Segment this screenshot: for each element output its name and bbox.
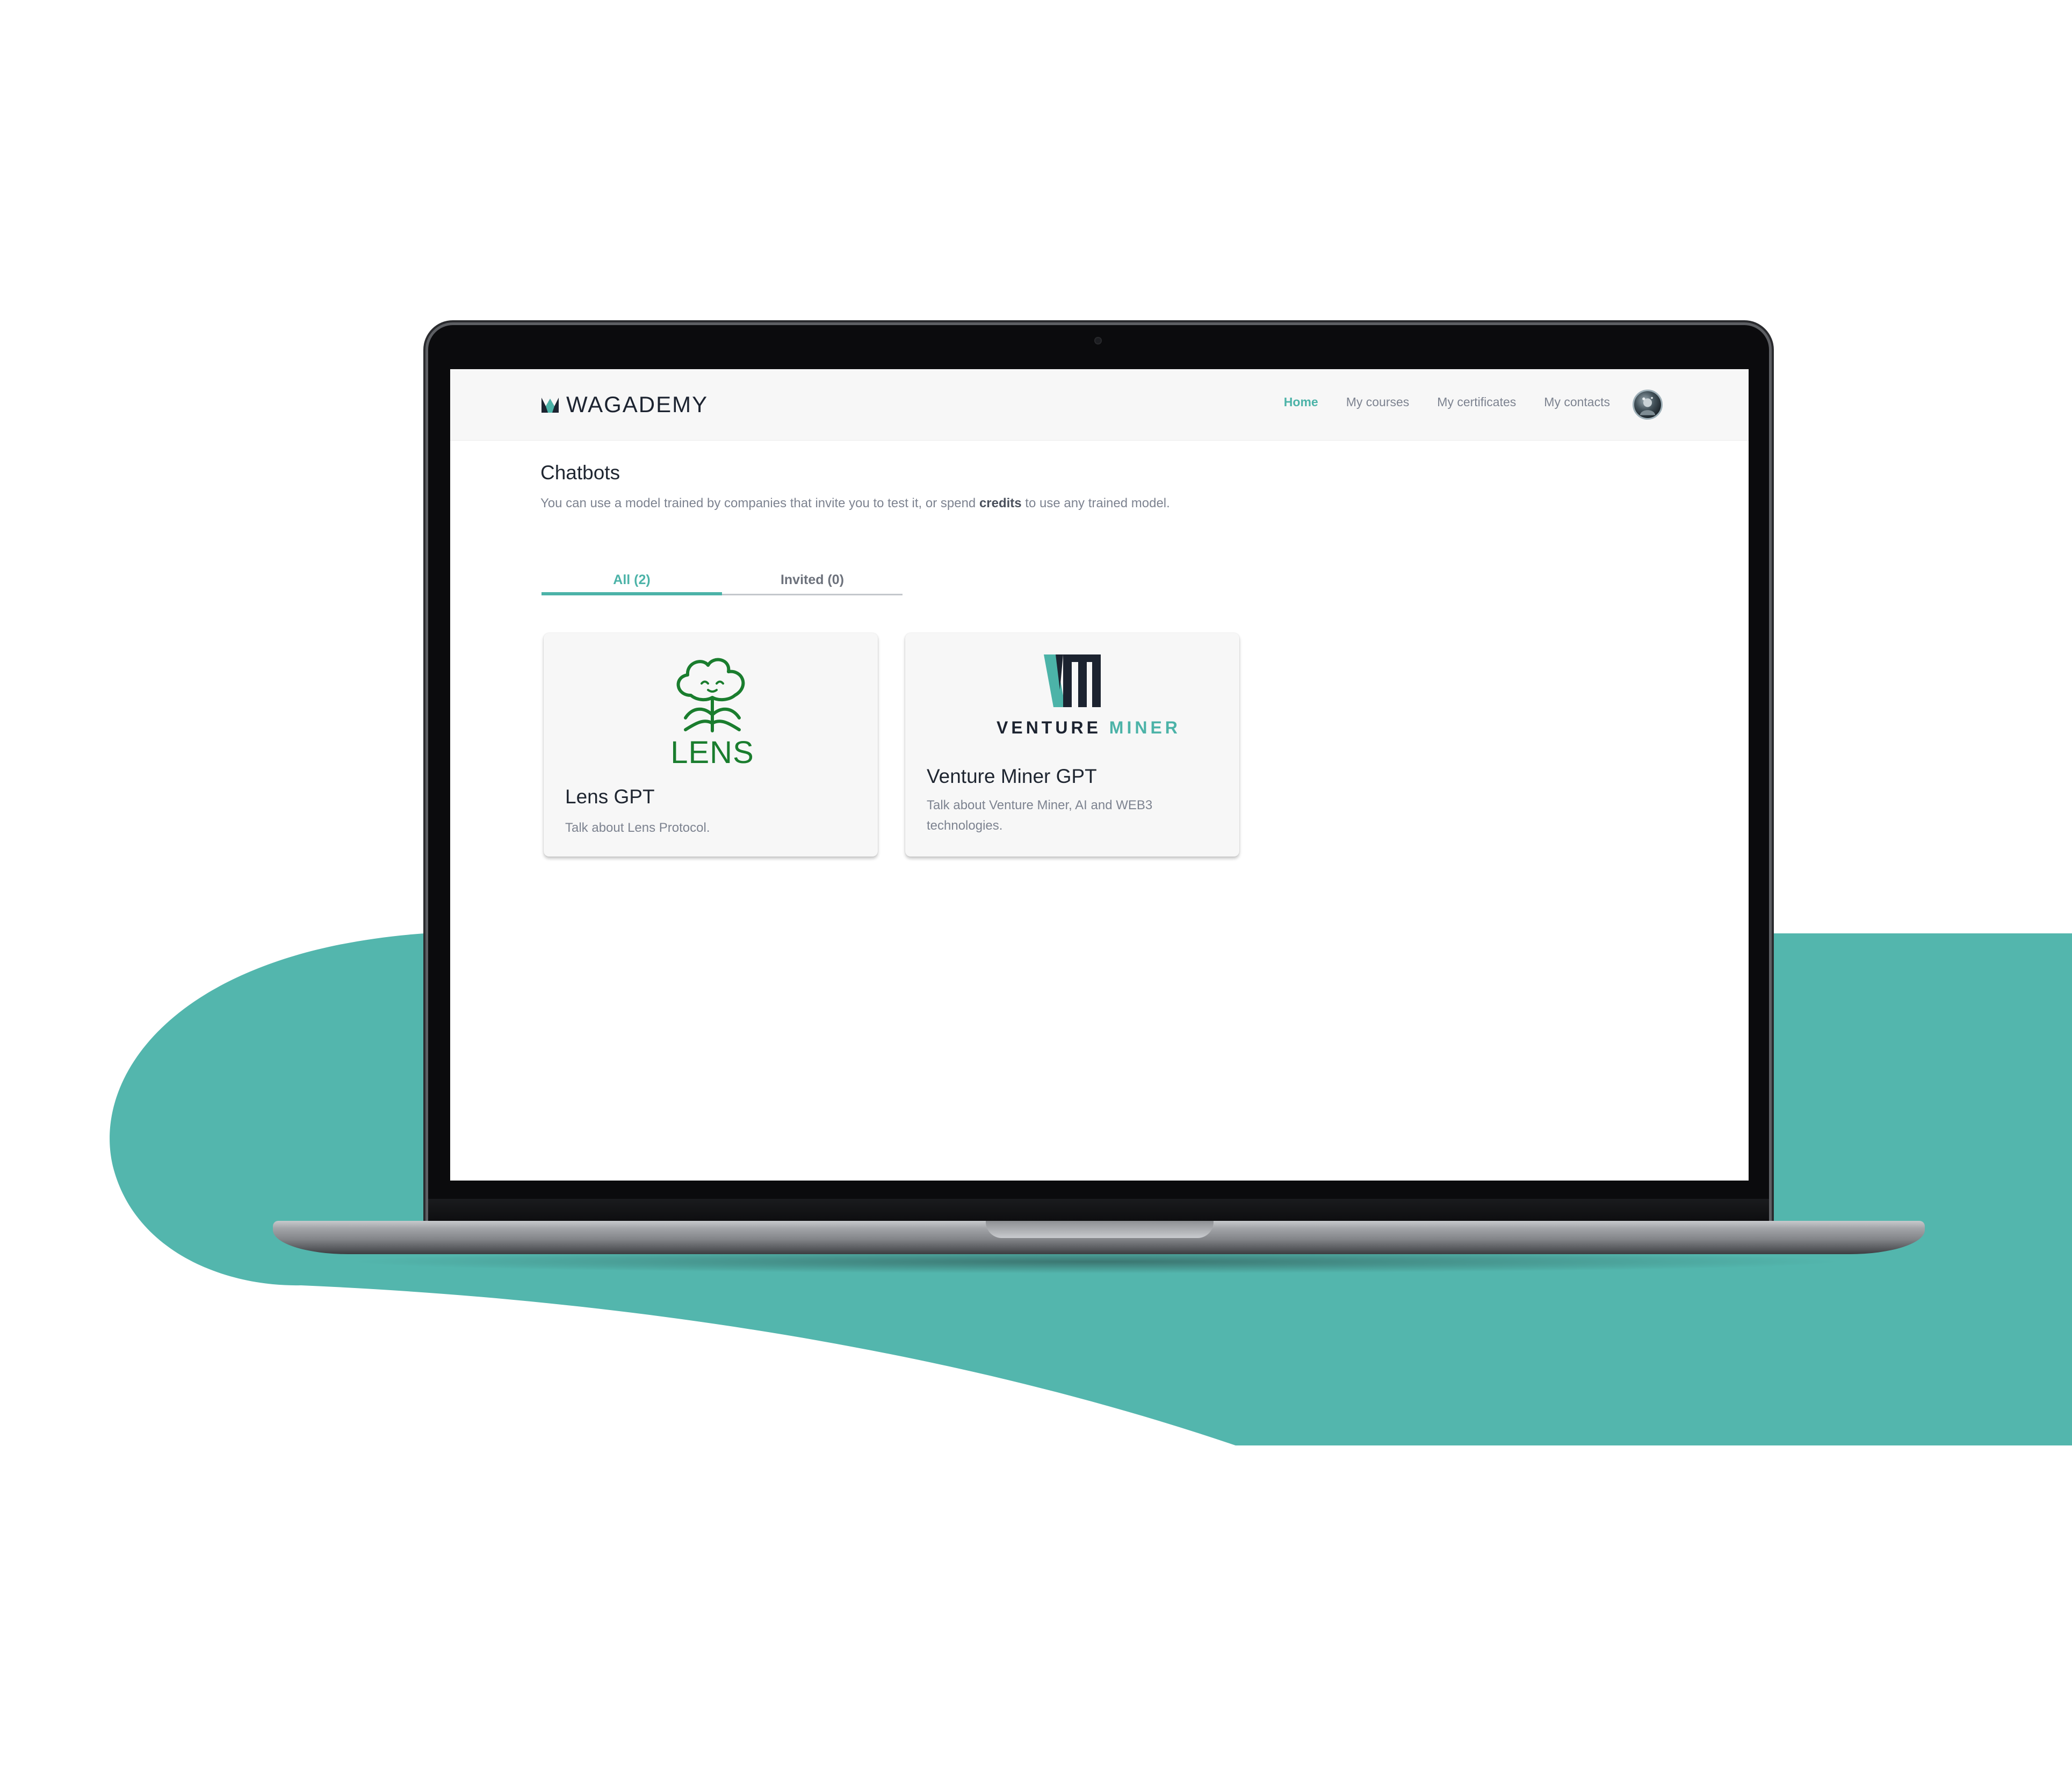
page-subtitle: You can use a model trained by companies… — [540, 496, 1170, 511]
nav-my-contacts[interactable]: My contacts — [1544, 395, 1610, 409]
laptop-bezel-chin — [428, 1199, 1769, 1222]
active-tab-indicator — [542, 592, 722, 595]
laptop-base — [273, 1221, 1925, 1254]
venture-miner-logo: VENTURE MINER — [997, 651, 1178, 748]
app-screen: WAGADEMY Home My courses My certificates… — [450, 369, 1749, 1181]
vm-monogram-icon — [1044, 654, 1101, 707]
avatar-image — [1640, 397, 1656, 415]
credits-link[interactable]: credits — [979, 496, 1022, 510]
lens-cloud-icon — [676, 658, 745, 732]
subtitle-text-start: You can use a model trained by companies… — [540, 496, 979, 510]
chatbot-card-venture-miner[interactable]: VENTURE MINER Venture Miner GPT Talk abo… — [905, 633, 1239, 857]
nav-home[interactable]: Home — [1284, 395, 1318, 409]
card-title: Lens GPT — [565, 786, 655, 808]
tab-all[interactable]: All (2) — [542, 570, 722, 594]
top-navigation-bar: WAGADEMY Home My courses My certificates… — [450, 369, 1749, 441]
webcam-icon — [1094, 337, 1102, 344]
main-nav: Home My courses My certificates My conta… — [1256, 395, 1610, 409]
lens-logo: LENS — [664, 651, 761, 770]
laptop-notch — [986, 1221, 1214, 1238]
card-title: Venture Miner GPT — [927, 765, 1097, 787]
brand-logo[interactable]: WAGADEMY — [540, 392, 709, 417]
lens-logo-text: LENS — [670, 735, 754, 770]
tab-invited[interactable]: Invited (0) — [722, 570, 903, 594]
chatbot-tabs: All (2) Invited (0) — [542, 570, 903, 595]
page-title: Chatbots — [540, 462, 620, 484]
card-description: Talk about Venture Miner, AI and WEB3 te… — [927, 798, 1153, 833]
chatbot-card-lens[interactable]: LENS Lens GPT Talk about Lens Protocol. — [544, 633, 878, 857]
subtitle-text-end: to use any trained model. — [1021, 496, 1170, 510]
venture-miner-logo-text: VENTURE MINER — [997, 718, 1178, 738]
vm-logo-text-venture: VENTURE — [997, 718, 1101, 737]
card-description: Talk about Lens Protocol. — [565, 821, 710, 835]
user-avatar-icon[interactable] — [1633, 390, 1663, 420]
brand-name: WAGADEMY — [566, 392, 709, 417]
crown-logo-icon — [542, 398, 559, 413]
nav-my-certificates[interactable]: My certificates — [1437, 395, 1516, 409]
vm-logo-text-miner: MINER — [1109, 718, 1181, 737]
nav-my-courses[interactable]: My courses — [1346, 395, 1410, 409]
